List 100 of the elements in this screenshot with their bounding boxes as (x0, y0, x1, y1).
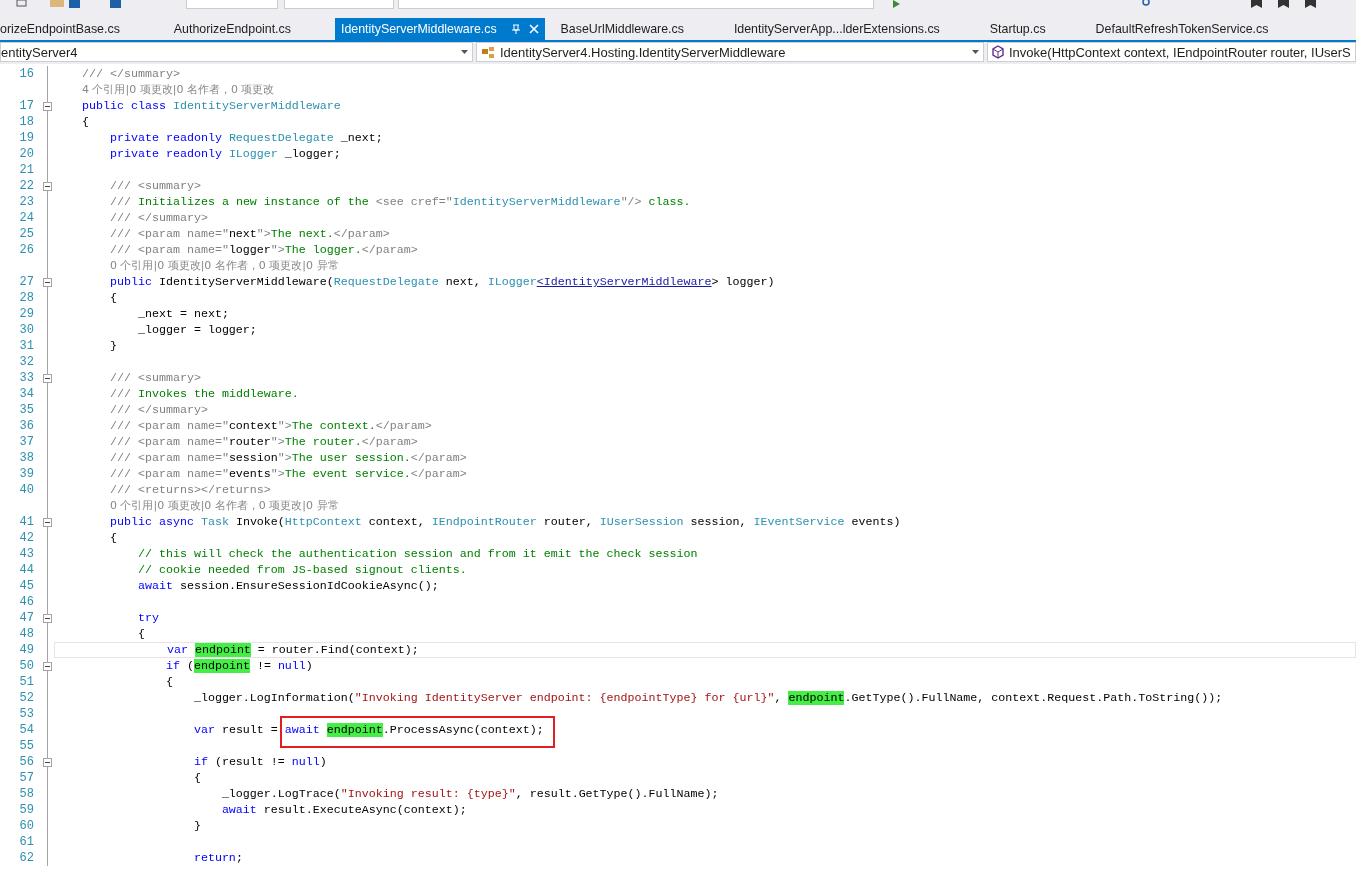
code-line: /// <summary> (108, 178, 202, 194)
code-line: /// <summary> (108, 370, 202, 386)
class-icon (481, 45, 495, 59)
line-number: 18 (18, 115, 34, 129)
navigation-dropdown[interactable]: entityServer4 (0, 42, 473, 62)
code-line: /// <param name="next">The next.</param> (108, 226, 391, 242)
file-tab[interactable]: orizeEndpointBase.cs (0, 18, 168, 40)
cube-icon (992, 45, 1004, 59)
line-number: 52 (18, 691, 34, 705)
code-line: } (192, 818, 202, 834)
collapse-icon[interactable] (42, 277, 52, 287)
code-line: /// </summary> (108, 210, 209, 226)
navigation-dropdown[interactable]: IdentityServer4.Hosting.IdentityServerMiddleware (476, 42, 984, 62)
line-number: 28 (18, 291, 34, 305)
code-line: /// Invokes the middleware. (108, 386, 300, 402)
line-number: 23 (18, 195, 34, 209)
code-line: } (108, 338, 118, 354)
line-number: 20 (18, 147, 34, 161)
line-number: 25 (18, 227, 34, 241)
line-number: 35 (18, 403, 34, 417)
bookmark-icon[interactable] (1251, 0, 1262, 8)
file-tab[interactable]: Startup.cs (983, 18, 1090, 40)
line-number: 38 (18, 451, 34, 465)
pin-icon[interactable] (510, 23, 521, 35)
line-number: 36 (18, 419, 34, 433)
bookmark-icon[interactable] (1278, 0, 1289, 8)
code-line: if (result != null) (192, 754, 328, 770)
code-line: // this will check the authentication session and from it emit the check session (136, 546, 699, 562)
file-tab[interactable]: IdentityServerApp...lderExtensions.cs (727, 18, 984, 40)
line-number: 41 (18, 515, 34, 529)
collapse-icon[interactable] (42, 181, 52, 191)
line-number: 39 (18, 467, 34, 481)
line-number: 56 (18, 755, 34, 769)
start-icon[interactable] (892, 0, 901, 8)
code-line: await result.ExecuteAsync(context); (220, 802, 468, 818)
collapse-icon[interactable] (42, 517, 52, 527)
code-line: { (164, 674, 174, 690)
collapse-icon[interactable] (42, 757, 52, 767)
line-number: 55 (18, 739, 34, 753)
navigation-dropdown[interactable]: Invoke(HttpContext context, IEndpointRouter router, IUserS (987, 42, 1356, 62)
line-number: 26 (18, 243, 34, 257)
bookmark-icon[interactable] (1305, 0, 1316, 8)
collapse-icon[interactable] (42, 101, 52, 111)
line-number: 60 (18, 819, 34, 833)
code-line: public IdentityServerMiddleware(RequestDelegate next, ILogger<IdentityServerMiddleware> logger) (108, 274, 776, 290)
line-number: 30 (18, 323, 34, 337)
line-number: 34 (18, 387, 34, 401)
code-line: /// <returns></returns> (108, 482, 272, 498)
code-line: public async Task Invoke(HttpContext context, IEndpointRouter router, IUserSession session, IEventService events) (108, 514, 902, 530)
line-number: 43 (18, 547, 34, 561)
code-line: _logger.LogInformation("Invoking IdentityServer endpoint: {endpointType} for {url}", endpoint.GetType().FullName, context.Request.Path.ToString()); (192, 690, 1224, 706)
code-line: /// </summary> (108, 402, 209, 418)
code-line: if (endpoint != null) (164, 658, 314, 674)
code-line: { (192, 770, 202, 786)
collapse-icon[interactable] (42, 661, 52, 671)
line-number: 53 (18, 707, 34, 721)
line-number: 58 (18, 787, 34, 801)
code-line: _next = next; (136, 306, 230, 322)
code-line: await session.EnsureSessionIdCookieAsync(); (136, 578, 440, 594)
file-tab[interactable]: DefaultRefreshTokenService.cs (1089, 18, 1313, 40)
code-line: /// <param name="events">The event service.</param> (108, 466, 468, 482)
collapse-icon[interactable] (42, 373, 52, 383)
code-line: var result = await endpoint.ProcessAsync(context); (192, 722, 545, 738)
code-line: // cookie needed from JS-based signout clients. (136, 562, 468, 578)
line-number: 16 (18, 67, 34, 81)
code-line: { (80, 114, 90, 130)
file-tab[interactable]: BaseUrlMiddleware.cs (554, 18, 728, 40)
codelens-info: 0 个引用|0 项更改|0 名作者，0 项更改|0 异常 (108, 498, 340, 514)
line-number: 24 (18, 211, 34, 225)
line-number: 49 (18, 643, 34, 657)
file-tab[interactable]: AuthorizeEndpoint.cs (167, 18, 335, 40)
line-number: 17 (18, 99, 34, 113)
code-line: return; (192, 850, 244, 866)
line-number: 45 (18, 579, 34, 593)
collapse-icon[interactable] (42, 613, 52, 623)
line-number: 62 (18, 851, 34, 865)
code-line: /// </summary> (80, 66, 181, 82)
close-icon[interactable] (528, 24, 539, 34)
line-number: 22 (18, 179, 34, 193)
line-number: 37 (18, 435, 34, 449)
code-line: /// <param name="logger">The logger.</param> (108, 242, 419, 258)
file-tab[interactable]: IdentityServerMiddleware.cs (334, 18, 545, 40)
line-number: 19 (18, 131, 34, 145)
line-number: 59 (18, 803, 34, 817)
line-number: 33 (18, 371, 34, 385)
caret-icon (461, 50, 468, 54)
line-number: 31 (18, 339, 34, 353)
code-line: _logger.LogTrace("Invoking result: {type}", result.GetType().FullName); (220, 786, 720, 802)
code-line: { (108, 530, 118, 546)
code-line: try (136, 610, 160, 626)
caret-icon (972, 50, 979, 54)
code-line: { (108, 290, 118, 306)
code-line: /// <param name="session">The user session.</param> (108, 450, 468, 466)
line-number: 40 (18, 483, 34, 497)
code-line: /// <param name="router">The router.</param> (108, 434, 419, 450)
line-number: 32 (18, 355, 34, 369)
line-number: 50 (18, 659, 34, 673)
find-icon[interactable] (1141, 0, 1151, 8)
code-line: _logger = logger; (136, 322, 258, 338)
codelens-info: 4 个引用|0 项更改|0 名作者，0 项更改 (81, 82, 276, 98)
